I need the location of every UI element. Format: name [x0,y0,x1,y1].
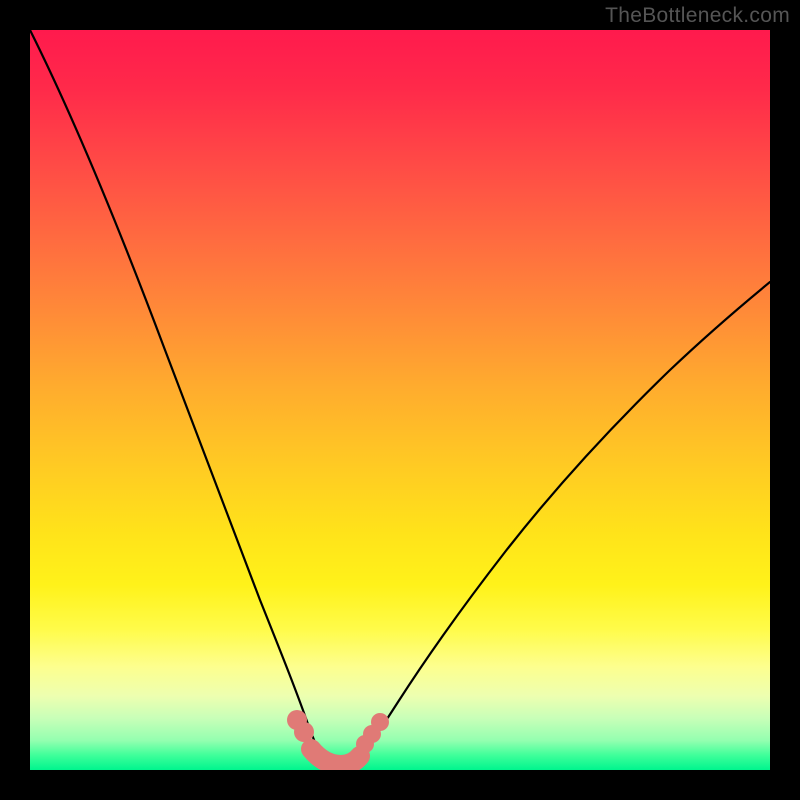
bead-valley-floor [311,749,360,765]
bead-left-2 [294,722,314,742]
bottleneck-curve [30,30,770,770]
watermark-text: TheBottleneck.com [605,4,790,28]
chart-stage: TheBottleneck.com [0,0,800,800]
curve-right-branch [360,282,770,760]
plot-area [30,30,770,770]
curve-left-branch [30,30,323,760]
bead-right-3 [371,713,389,731]
